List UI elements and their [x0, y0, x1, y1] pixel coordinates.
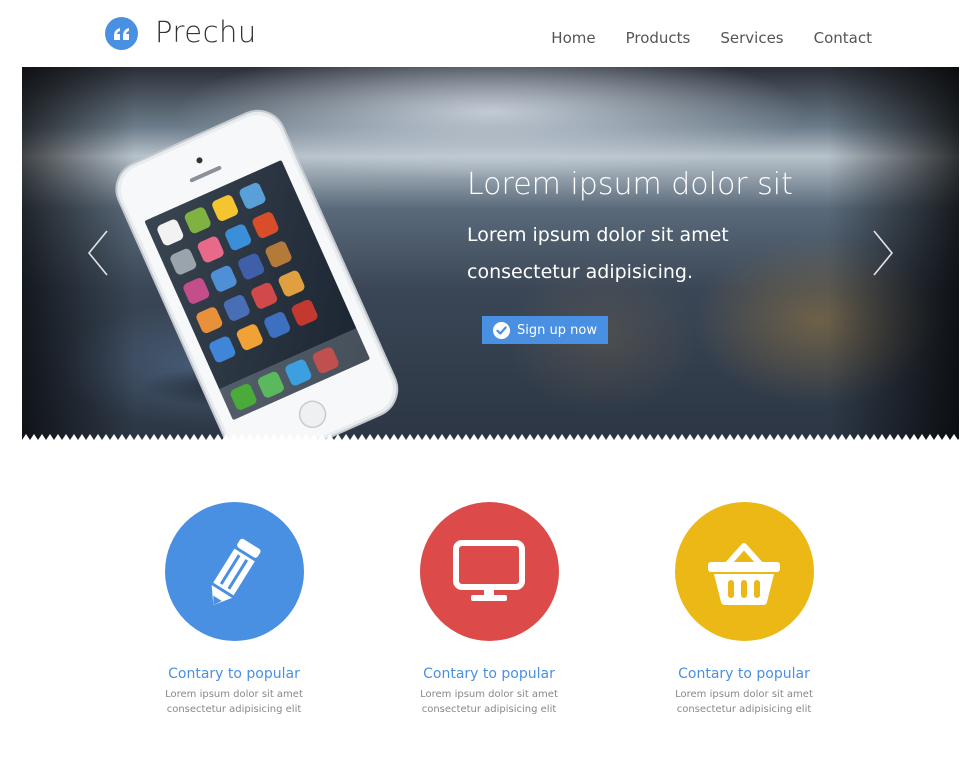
feature-item: Contary to popular Lorem ipsum dolor sit… [379, 502, 599, 717]
feature-title[interactable]: Contary to popular [634, 666, 854, 682]
logo-badge[interactable] [105, 17, 138, 50]
pencil-icon [211, 538, 261, 605]
nav-products[interactable]: Products [626, 29, 691, 47]
quote-icon [113, 27, 129, 40]
brand-name[interactable]: Prechu [155, 15, 257, 49]
nav-home[interactable]: Home [551, 29, 595, 47]
hero-zigzag-edge [22, 434, 959, 440]
chevron-right-icon[interactable] [872, 229, 894, 277]
sign-up-label: Sign up now [517, 322, 597, 338]
basket-icon [708, 542, 780, 605]
hero-title: Lorem ipsum dolor sit [467, 167, 793, 202]
hero-subtitle: Lorem ipsum dolor sit amet consectetur a… [467, 224, 729, 283]
main-nav: Home Products Services Contact [551, 29, 872, 47]
feature-desc: Lorem ipsum dolor sit amet consectetur a… [165, 689, 303, 715]
feature-item: Contary to popular Lorem ipsum dolor sit… [124, 502, 344, 717]
feature-desc: Lorem ipsum dolor sit amet consectetur a… [420, 689, 558, 715]
feature-title[interactable]: Contary to popular [124, 666, 344, 682]
feature-circle[interactable] [674, 502, 814, 641]
feature-item: Contary to popular Lorem ipsum dolor sit… [634, 502, 854, 717]
feature-circle[interactable] [419, 502, 559, 641]
chevron-left-icon[interactable] [87, 229, 109, 277]
monitor-icon [453, 539, 525, 601]
feature-desc: Lorem ipsum dolor sit amet consectetur a… [675, 689, 813, 715]
nav-contact[interactable]: Contact [814, 29, 872, 47]
sign-up-button[interactable]: Sign up now [482, 316, 608, 344]
feature-circle[interactable] [164, 502, 304, 641]
hero-slider: Lorem ipsum dolor sit Lorem ipsum dolor … [22, 67, 959, 440]
nav-services[interactable]: Services [720, 29, 783, 47]
feature-title[interactable]: Contary to popular [379, 666, 599, 682]
check-circle-icon [493, 321, 511, 339]
